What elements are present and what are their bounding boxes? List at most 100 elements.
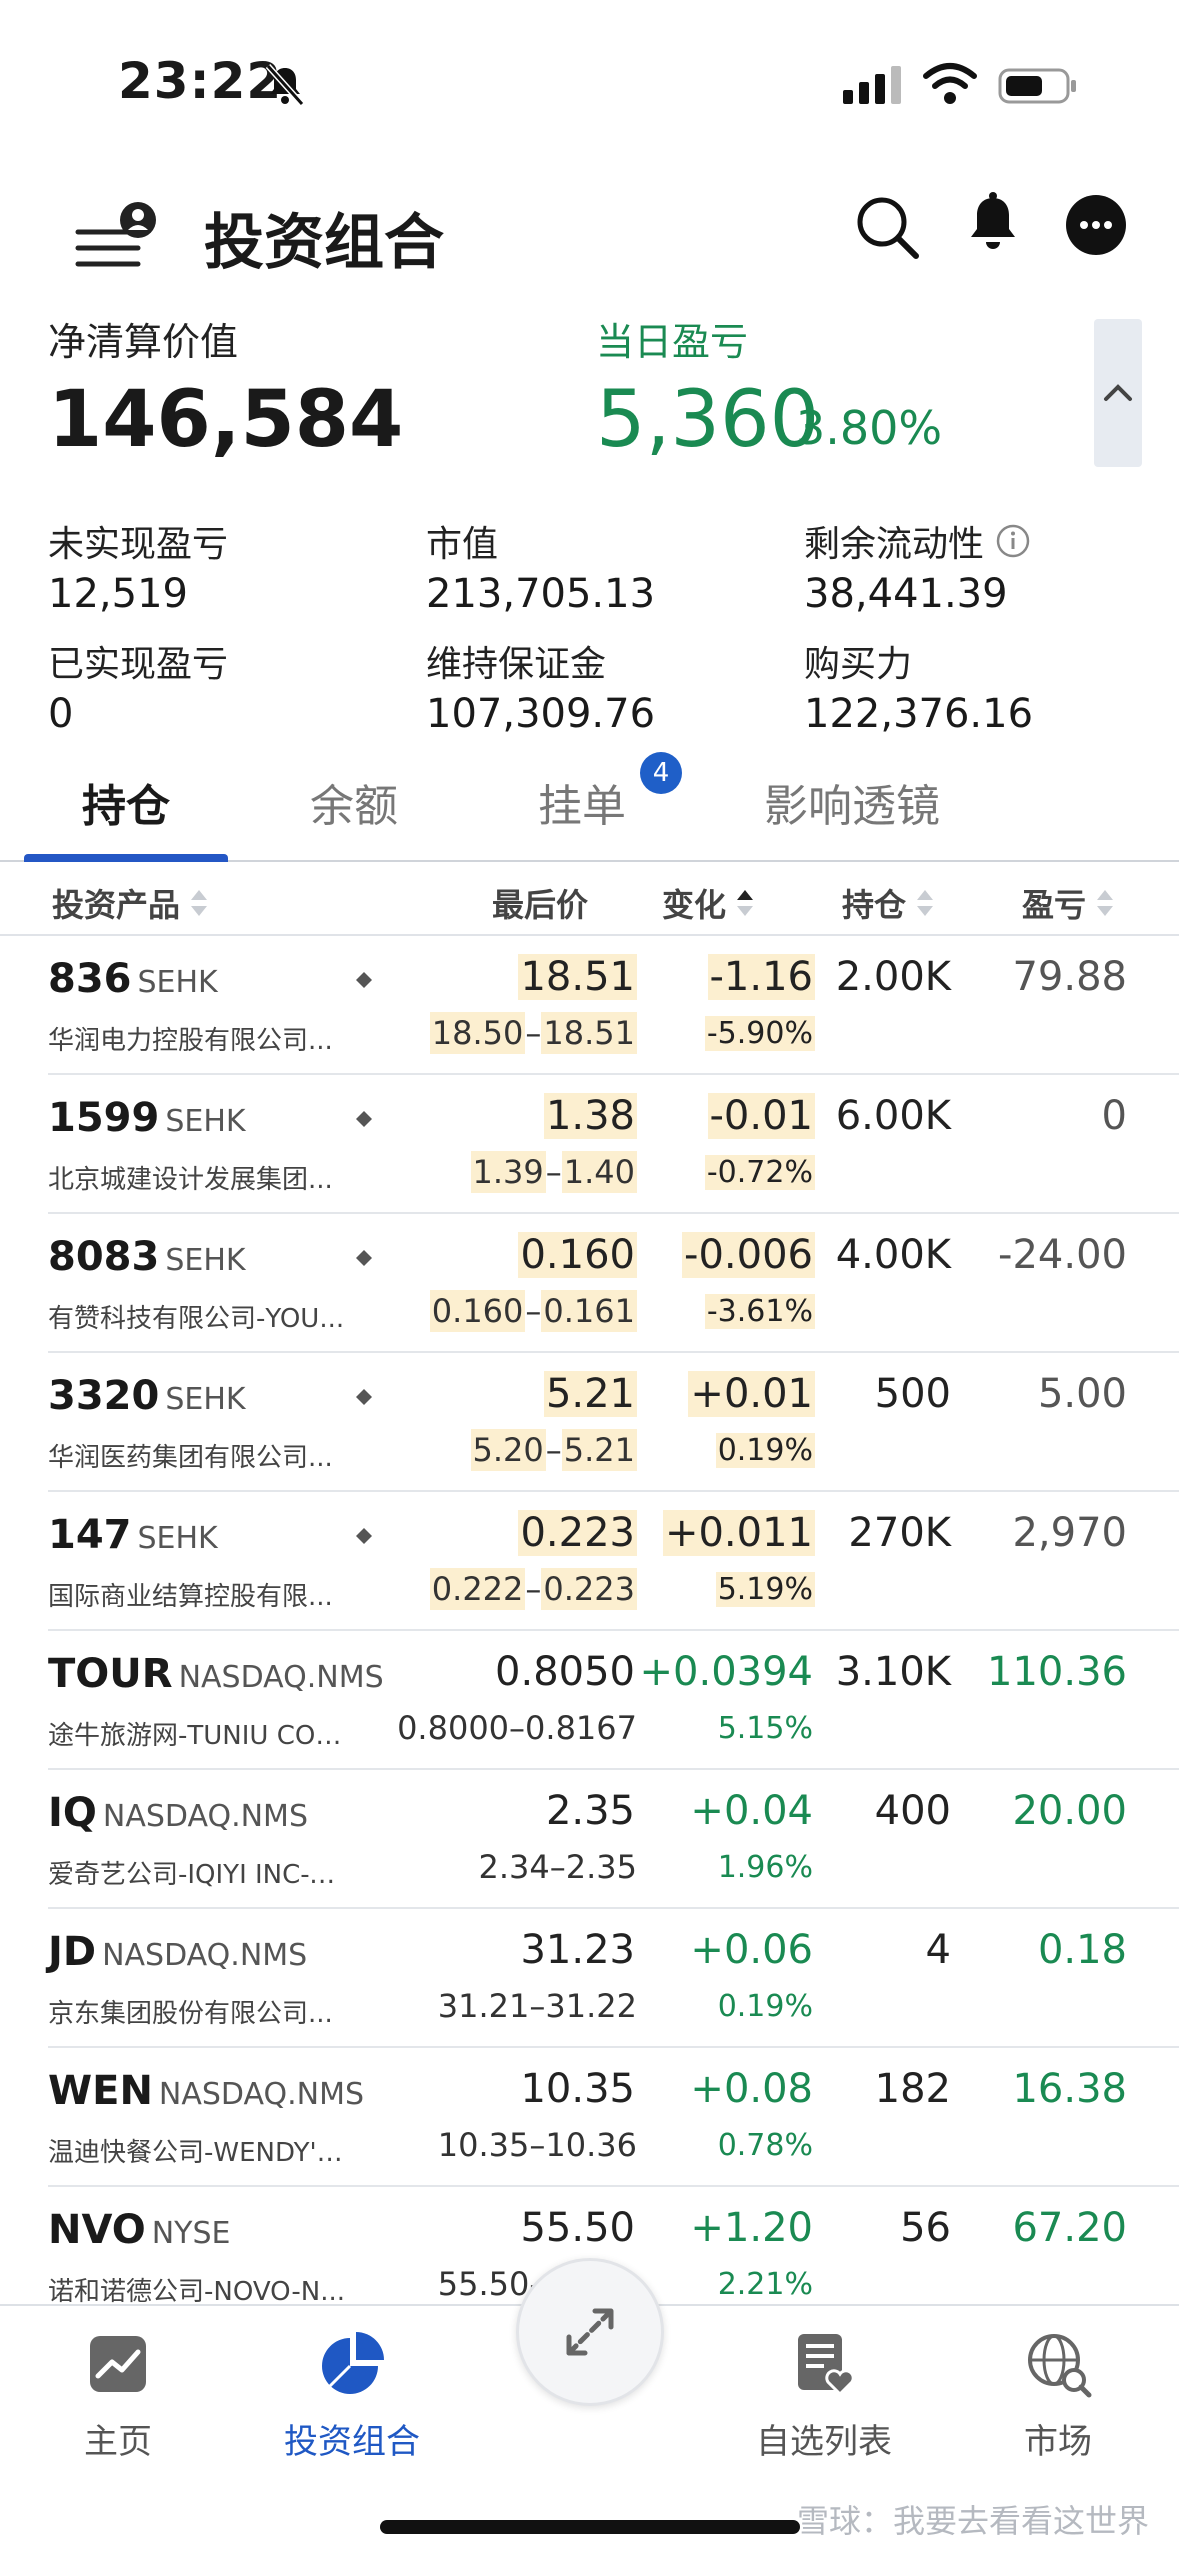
last-price: 0.8050 <box>495 1649 635 1695</box>
price-change: +1.20 <box>690 2205 813 2251</box>
search-icon[interactable] <box>852 192 922 262</box>
account-menu-icon[interactable] <box>72 192 162 282</box>
column-header-instrument[interactable]: 投资产品 <box>52 880 210 926</box>
more-options-icon[interactable] <box>1065 194 1127 256</box>
ask-price: 0.8167 <box>525 1709 637 1747</box>
column-header-pnl[interactable]: 盈亏 <box>1022 880 1116 926</box>
last-price: 0.223 <box>518 1510 637 1556</box>
position-size: 6.00K <box>835 1093 951 1139</box>
nav-watchlist[interactable]: 自选列表 <box>734 2328 914 2463</box>
ticker: 836 <box>48 956 132 1002</box>
instrument-name: 诺和诺德公司-NOVO-N... <box>48 2277 345 2307</box>
position-size: 56 <box>900 2205 951 2251</box>
tab-orders[interactable]: 挂单 <box>538 770 626 834</box>
price-change-percent: -0.72% <box>704 1155 815 1190</box>
notification-bell-icon[interactable] <box>960 190 1026 262</box>
net-liquidation-value: 146,584 <box>48 375 404 465</box>
exchange: NASDAQ.NMS <box>178 1660 384 1695</box>
stat-value: 122,376.16 <box>804 691 1034 737</box>
bid-price: 55.50 <box>437 2265 530 2303</box>
home-indicator[interactable] <box>380 2520 800 2534</box>
position-size: 270K <box>848 1510 951 1556</box>
bid-ask: 10.35–10.36 <box>438 2126 637 2164</box>
bid-ask-separator: – <box>529 1987 546 2025</box>
price-change: +0.08 <box>690 2066 813 2112</box>
column-header-position[interactable]: 持仓 <box>842 880 936 926</box>
instrument-name: 温迪快餐公司-WENDY'S... <box>48 2138 348 2168</box>
price-change-percent: 5.15% <box>717 1711 813 1746</box>
chart-tile-icon <box>90 2336 146 2392</box>
net-liquidation-label: 净清算价值 <box>48 320 239 364</box>
ticker: 147 <box>48 1512 132 1558</box>
symbol: 3320 SEHK <box>48 1373 246 1419</box>
orders-count-badge: 4 <box>640 752 682 794</box>
position-row[interactable]: 836 SEHK 华润电力控股有限公司... 18.51 18.50–18.51 -1.1… <box>48 936 1179 1075</box>
last-price: 31.23 <box>520 1927 635 1973</box>
daily-pnl-value: 5,360 <box>596 375 820 465</box>
symbol: 147 SEHK <box>48 1512 218 1558</box>
position-size: 500 <box>874 1371 951 1417</box>
position-row[interactable]: 1599 SEHK 北京城建设计发展集团... 1.38 1.39–1.40 -0.01 -… <box>48 1075 1179 1214</box>
stat-excess-liquidity: 剩余流动性 38,441.39 <box>804 515 1030 617</box>
exchange: SEHK <box>165 1104 246 1139</box>
position-row[interactable]: WEN NASDAQ.NMS 温迪快餐公司-WENDY'S... 10.35 10.35… <box>48 2048 1179 2187</box>
instrument-name: 北京城建设计发展集团... <box>48 1165 333 1195</box>
instrument-name: 京东集团股份有限公司... <box>48 1999 333 2029</box>
ticker: TOUR <box>48 1651 173 1697</box>
watermark: 雪球：我要去看看这世界 <box>797 2496 1149 2542</box>
globe-search-icon <box>1028 2334 1092 2398</box>
nav-market[interactable]: 市场 <box>968 2328 1148 2463</box>
position-pnl: 0.18 <box>1037 1927 1127 1973</box>
ticker: 8083 <box>48 1234 160 1280</box>
stat-label-row: 剩余流动性 <box>804 515 1030 567</box>
price-change-percent: 0.19% <box>715 1433 815 1468</box>
bid-ask-separator: – <box>529 2126 546 2164</box>
ask-price: 18.51 <box>541 1012 637 1054</box>
position-size: 3.10K <box>835 1649 951 1695</box>
bell-slash-icon <box>265 63 305 107</box>
trade-fab-button[interactable] <box>516 2258 664 2406</box>
column-header-change[interactable]: 变化 <box>662 880 756 926</box>
exchange: SEHK <box>137 965 218 1000</box>
position-row[interactable]: 147 SEHK 国际商业结算控股有限... 0.223 0.222–0.223 +0.0… <box>48 1492 1179 1631</box>
nav-label: 市场 <box>1024 2422 1092 2462</box>
bid-price: 0.8000 <box>397 1709 510 1747</box>
position-size: 182 <box>874 2066 951 2112</box>
last-price: 18.51 <box>518 954 637 1000</box>
stat-value: 107,309.76 <box>426 691 656 737</box>
sort-icon <box>917 890 934 916</box>
position-pnl: 79.88 <box>1012 954 1127 1000</box>
ask-price: 0.161 <box>541 1290 637 1332</box>
ticker: 3320 <box>48 1373 160 1419</box>
bid-price: 0.222 <box>429 1568 526 1610</box>
nav-portfolio[interactable]: 投资组合 <box>262 2328 442 2463</box>
price-change: +0.0394 <box>639 1649 813 1695</box>
bid-ask: 18.50–18.51 <box>429 1012 637 1054</box>
column-label: 盈亏 <box>1022 886 1087 924</box>
collapse-summary-button[interactable] <box>1094 319 1142 467</box>
position-row[interactable]: TOUR NASDAQ.NMS 途牛旅游网-TUNIU COR... 0.8050 0.… <box>48 1631 1179 1770</box>
price-change: -0.01 <box>707 1093 815 1139</box>
chevron-up-icon <box>1104 384 1132 401</box>
bid-ask-separator: – <box>525 1292 542 1330</box>
tab-impact-lens[interactable]: 影响透镜 <box>764 770 940 834</box>
stat-label: 市值 <box>426 524 499 565</box>
column-header-last[interactable]: 最后价 <box>492 880 588 926</box>
position-row[interactable]: 3320 SEHK 华润医药集团有限公司... 5.21 5.20–5.21 +0.01 0… <box>48 1353 1179 1492</box>
position-row[interactable]: IQ NASDAQ.NMS 爱奇艺公司-IQIYI INC-ADR 2.35 2.34–… <box>48 1770 1179 1909</box>
tab-positions[interactable]: 持仓 <box>82 770 170 834</box>
watchlist-heart-icon <box>798 2334 855 2397</box>
nav-home[interactable]: 主页 <box>28 2328 208 2463</box>
ask-price: 31.22 <box>545 1987 637 2025</box>
instrument-name: 爱奇艺公司-IQIYI INC-ADR <box>48 1860 348 1890</box>
bid-ask-separator: – <box>509 1709 526 1747</box>
bid-ask-separator: – <box>525 1570 542 1608</box>
price-change: +0.011 <box>662 1510 815 1556</box>
info-icon[interactable] <box>996 524 1030 558</box>
tab-balances[interactable]: 余额 <box>310 770 398 834</box>
position-row[interactable]: 8083 SEHK 有赞科技有限公司-YOU... 0.160 0.160–0.161-… <box>48 1214 1179 1353</box>
stat-label: 维持保证金 <box>426 644 607 685</box>
position-row[interactable]: JD NASDAQ.NMS 京东集团股份有限公司... 31.23 31.21–31.2… <box>48 1909 1179 2048</box>
bid-ask: 0.222–0.223 <box>429 1568 637 1610</box>
column-label: 持仓 <box>842 886 907 924</box>
